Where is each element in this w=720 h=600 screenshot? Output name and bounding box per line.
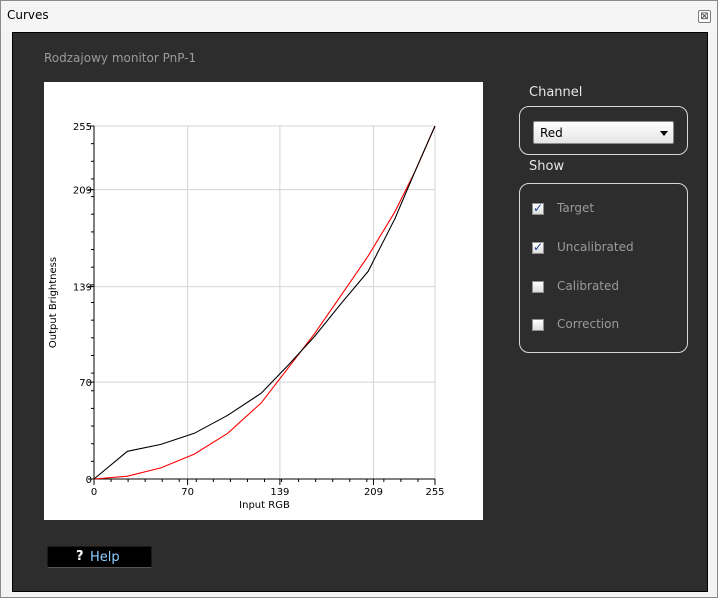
curves-window: Curves ⊠ Rodzajowy monitor PnP-1 0 70 139 2… — [0, 0, 718, 598]
curves-chart: 0 70 139 209 255 0 70 139 209 255 Input RGB Output … — [44, 82, 483, 520]
checkbox-correction-label: Correction — [557, 317, 620, 331]
help-button[interactable]: ? Help — [47, 546, 152, 568]
checkbox-calibrated-label: Calibrated — [557, 279, 620, 293]
y-axis-label: Output Brightness — [48, 257, 59, 348]
y-tick-label: 0 — [86, 475, 92, 486]
check-icon: ✓ — [533, 240, 544, 254]
checkbox-uncalibrated[interactable]: ✓ Uncalibrated — [532, 239, 682, 257]
close-button[interactable]: ⊠ — [698, 10, 711, 23]
show-group: ✓ Target ✓ Uncalibrated Calibrated Corre… — [519, 183, 688, 353]
x-tick-label: 209 — [364, 487, 383, 498]
checkbox-target-label: Target — [557, 201, 595, 215]
y-tick-label: 255 — [73, 122, 92, 133]
monitor-name: Rodzajowy monitor PnP-1 — [44, 51, 197, 65]
checkbox-target-box[interactable]: ✓ — [532, 201, 544, 215]
title-bar: Curves ⊠ — [1, 1, 717, 31]
checkbox-uncalibrated-box[interactable]: ✓ — [532, 240, 544, 254]
curves-chart-svg: 0 70 139 209 255 0 70 139 209 255 Input RGB Output … — [48, 122, 445, 511]
series-line-0 — [93, 125, 436, 480]
channel-select[interactable]: Red — [533, 121, 674, 144]
checkbox-uncalibrated-label: Uncalibrated — [557, 240, 634, 254]
x-tick-label: 0 — [91, 487, 97, 498]
close-icon: ⊠ — [700, 11, 709, 22]
checkbox-correction[interactable]: Correction — [532, 316, 682, 334]
x-tick-label: 255 — [425, 487, 444, 498]
checkbox-calibrated-box[interactable] — [532, 281, 544, 293]
channel-label: Channel — [529, 85, 583, 100]
content-panel: Rodzajowy monitor PnP-1 0 70 139 209 255 0 70 1… — [12, 32, 708, 592]
window-title: Curves — [7, 8, 49, 22]
x-axis-label: Input RGB — [239, 500, 290, 511]
checkbox-calibrated[interactable]: Calibrated — [532, 278, 682, 296]
x-tick-label: 139 — [270, 487, 289, 498]
y-tick-label: 70 — [79, 378, 92, 389]
channel-selected-value: Red — [540, 126, 563, 140]
chevron-down-icon — [660, 131, 668, 136]
channel-group: Red — [519, 106, 688, 155]
series-line-1 — [93, 125, 436, 480]
x-tick-label: 70 — [181, 487, 194, 498]
checkbox-correction-box[interactable] — [532, 319, 544, 331]
y-tick-label: 209 — [73, 186, 92, 197]
question-icon: ? — [76, 549, 84, 564]
help-label: Help — [90, 550, 120, 565]
check-icon: ✓ — [533, 201, 544, 215]
checkbox-target[interactable]: ✓ Target — [532, 200, 682, 218]
y-tick-label: 139 — [73, 283, 92, 294]
show-label: Show — [529, 159, 565, 174]
